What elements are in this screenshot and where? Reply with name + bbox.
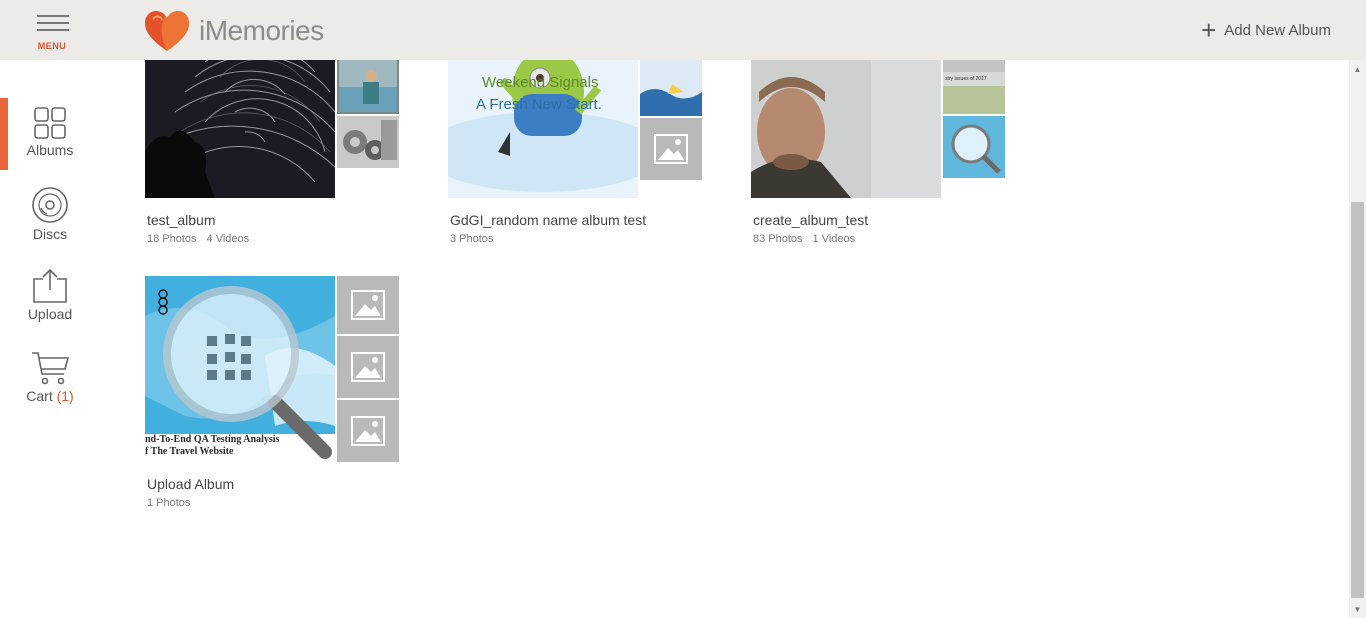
- album-thumbnail: [337, 116, 399, 178]
- album-thumbnail: [640, 60, 702, 116]
- sidebar-item-label: Cart (1): [0, 388, 100, 404]
- disc-icon: [32, 187, 68, 223]
- cover-caption-line1: Weekend Signals: [482, 74, 599, 91]
- hamburger-line: [37, 29, 69, 31]
- sidebar-item-albums[interactable]: Albums: [0, 106, 100, 158]
- add-new-album-label: Add New Album: [1224, 21, 1331, 39]
- album-mosaic: [145, 60, 401, 198]
- cover-caption-line2: f The Travel Website: [145, 446, 234, 457]
- album-card[interactable]: nd-To-End QA Testing Analysis f The Trave…: [145, 276, 401, 509]
- sidebar-item-label: Albums: [26, 142, 74, 158]
- photo-count: 83 Photos: [753, 233, 803, 245]
- sidebar-item-label: Discs: [32, 226, 68, 242]
- sidebar: Albums Discs Upload Cart (1): [0, 60, 100, 618]
- album-thumbnail-placeholder: [337, 276, 399, 334]
- album-thumbnail: stry issues of 2017: [943, 60, 1005, 114]
- album-cover-image: Weekend Signals A Fresh New Start.: [448, 60, 638, 198]
- cart-count-badge: (1): [56, 388, 74, 404]
- album-name[interactable]: test_album: [147, 212, 401, 228]
- photo-count: 1 Photos: [147, 497, 191, 509]
- album-mosaic: Weekend Signals A Fresh New Start.: [448, 60, 704, 198]
- video-count: 1 Videos: [812, 233, 856, 245]
- sidebar-item-upload[interactable]: Upload: [0, 268, 100, 322]
- add-new-album-button[interactable]: + Add New Album: [1201, 15, 1331, 45]
- vertical-scrollbar[interactable]: ▲ ▼: [1349, 60, 1366, 618]
- logo[interactable]: iMemories: [143, 10, 324, 52]
- image-placeholder-icon: [654, 134, 688, 164]
- album-count: 18 Photos 4 Videos: [147, 233, 401, 245]
- album-thumbnail: [337, 60, 399, 114]
- album-thumbnail-placeholder: [640, 118, 702, 180]
- sidebar-item-label: Upload: [27, 306, 73, 322]
- image-placeholder-icon: [351, 416, 385, 446]
- album-thumbnail-placeholder: [337, 336, 399, 398]
- photo-count: 3 Photos: [450, 233, 494, 245]
- albums-grid: test_album 18 Photos 4 Videos Weekend Sig…: [100, 60, 1349, 618]
- album-name[interactable]: create_album_test: [753, 212, 1007, 228]
- upload-icon: [33, 268, 67, 303]
- menu-label: MENU: [37, 41, 67, 51]
- album-card[interactable]: Weekend Signals A Fresh New Start. GdGI_…: [448, 60, 704, 245]
- album-card[interactable]: test_album 18 Photos 4 Videos: [145, 60, 401, 245]
- thumb-text: stry issues of 2017: [945, 76, 987, 82]
- album-count: 83 Photos 1 Videos: [753, 233, 1007, 245]
- hamburger-icon: [37, 15, 69, 17]
- album-thumbnail: [943, 116, 1005, 178]
- plus-icon: +: [1201, 15, 1217, 45]
- heart-logo-icon: [145, 11, 189, 51]
- album-mosaic: stry issues of 2017: [751, 60, 1007, 198]
- album-cover-image: nd-To-End QA Testing Analysis f The Trave…: [145, 276, 335, 462]
- album-count: 1 Photos: [147, 497, 401, 509]
- cover-caption-line2: A Fresh New Start.: [476, 96, 602, 113]
- cover-caption: nd-To-End QA Testing Analysis f The Trave…: [145, 434, 279, 458]
- menu-button[interactable]: MENU: [22, 8, 82, 56]
- scroll-down-arrow-icon[interactable]: ▼: [1349, 602, 1366, 618]
- video-count: 4 Videos: [206, 233, 250, 245]
- album-cover-image: [751, 60, 941, 198]
- scroll-up-arrow-icon[interactable]: ▲: [1349, 62, 1366, 78]
- top-header: MENU iMemories + Add New Album: [0, 0, 1366, 60]
- grid-icon: [34, 107, 66, 139]
- album-count: 3 Photos: [450, 233, 704, 245]
- image-placeholder-icon: [351, 352, 385, 382]
- album-name[interactable]: Upload Album: [147, 476, 401, 492]
- album-name[interactable]: GdGI_random name album test: [450, 212, 704, 228]
- album-cover-image: [145, 60, 335, 198]
- cover-caption-line1: nd-To-End QA Testing Analysis: [145, 434, 280, 445]
- album-card[interactable]: stry issues of 2017 create_album_test 83…: [751, 60, 1007, 245]
- sidebar-item-discs[interactable]: Discs: [0, 186, 100, 242]
- sidebar-item-cart[interactable]: Cart (1): [0, 350, 100, 404]
- logo-text: iMemories: [199, 15, 324, 46]
- scroll-thumb[interactable]: [1351, 202, 1364, 598]
- album-mosaic: nd-To-End QA Testing Analysis f The Trave…: [145, 276, 401, 462]
- cart-icon: [32, 352, 70, 385]
- photo-count: 18 Photos: [147, 233, 197, 245]
- album-thumbnail-placeholder: [337, 400, 399, 462]
- cart-label: Cart: [26, 388, 53, 404]
- image-placeholder-icon: [351, 290, 385, 320]
- hamburger-line: [37, 22, 69, 24]
